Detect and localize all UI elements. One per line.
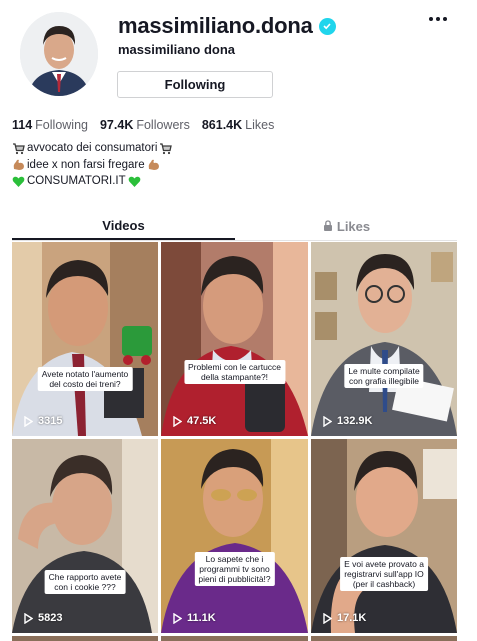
video-frame-image — [311, 439, 457, 633]
caption-line: della stampante?! — [200, 372, 269, 382]
view-count: 47.5K — [173, 415, 216, 427]
play-icon — [24, 612, 33, 624]
username: massimiliano.dona — [118, 13, 313, 38]
video-frame-image — [12, 439, 158, 633]
caption-line: con i cookie ??? — [54, 582, 116, 592]
bio-text-2: idee x non farsi fregare — [27, 158, 145, 171]
video-caption: Lo sapete che i programmi tv sono pieni … — [194, 552, 275, 586]
flexed-biceps-icon — [147, 158, 160, 171]
following-stat[interactable]: 114 Following — [12, 118, 88, 132]
followers-stat[interactable]: 97.4K Followers — [100, 118, 190, 132]
view-count: 5823 — [24, 612, 62, 624]
bio-line-3: CONSUMATORI.IT — [12, 173, 172, 190]
caption-line: Lo sapete che i — [205, 554, 264, 564]
followers-count: 97.4K — [99, 118, 134, 132]
view-count-text: 132.9K — [337, 415, 373, 427]
video-thumbnail-partial[interactable] — [12, 636, 158, 641]
likes-stat: 861.4K Likes — [202, 118, 275, 132]
green-heart-icon — [12, 175, 25, 188]
username-row: massimiliano.dona — [118, 13, 336, 39]
play-icon — [323, 612, 332, 624]
shopping-cart-icon — [159, 142, 173, 155]
lock-icon — [323, 219, 333, 234]
video-caption: Avete notato l'aumento del costo dei tre… — [37, 367, 133, 391]
avatar-image — [20, 12, 98, 96]
video-caption: E voi avete provato a registrarvi sull'a… — [340, 557, 428, 591]
likes-count: 861.4K — [201, 118, 243, 132]
view-count-text: 47.5K — [187, 415, 217, 427]
tab-videos-label: Videos — [102, 218, 145, 233]
caption-line: Che rapporto avete — [48, 572, 122, 582]
display-name: massimiliano dona — [118, 42, 236, 57]
next-row-thumbnails — [12, 636, 457, 641]
bio-text-3: CONSUMATORI.IT — [27, 175, 126, 187]
video-thumbnail-partial[interactable] — [311, 636, 457, 641]
video-caption: Problemi con le cartucce della stampante… — [183, 360, 286, 384]
video-thumbnail[interactable]: Avete notato l'aumento del costo dei tre… — [12, 242, 158, 436]
video-thumbnail-partial[interactable] — [161, 636, 308, 641]
likes-label: Likes — [245, 118, 275, 132]
green-heart-icon — [128, 175, 141, 188]
video-grid: Avete notato l'aumento del costo dei tre… — [12, 242, 457, 633]
bio-line-1: avvocato dei consumatori — [12, 140, 173, 157]
caption-line: Avete notato l'aumento — [41, 369, 129, 379]
tab-videos[interactable]: Videos — [12, 213, 235, 240]
view-count: 132.9K — [323, 415, 372, 427]
view-count-text: 3315 — [38, 415, 63, 427]
caption-line: pieni di pubblicità!? — [198, 574, 271, 584]
caption-line: programmi tv sono — [199, 564, 270, 574]
play-icon — [173, 612, 182, 624]
caption-line: del costo dei treni? — [49, 379, 121, 389]
tab-likes[interactable]: Likes — [235, 213, 458, 240]
shopping-cart-icon — [12, 142, 25, 155]
video-caption: Le multe compilate con grafia illegibile — [344, 364, 424, 388]
following-label: Following — [35, 118, 88, 132]
caption-line: registrarvi sull'app IO — [344, 569, 424, 579]
caption-line: con grafia illegibile — [349, 376, 419, 386]
video-thumbnail[interactable]: Che rapporto avete con i cookie ??? 5823 — [12, 439, 158, 633]
following-button[interactable]: Following — [117, 71, 273, 98]
caption-line: Problemi con le cartucce — [187, 362, 282, 372]
video-thumbnail[interactable]: E voi avete provato a registrarvi sull'a… — [311, 439, 457, 633]
video-thumbnail[interactable]: Problemi con le cartucce della stampante… — [161, 242, 308, 436]
followers-label: Followers — [136, 118, 190, 132]
caption-line: Le multe compilate — [348, 366, 420, 376]
caption-line: (per il cashback) — [352, 579, 416, 589]
bio-text-1: avvocato dei consumatori — [27, 142, 158, 154]
video-caption: Che rapporto avete con i cookie ??? — [44, 570, 126, 594]
more-options-icon[interactable] — [429, 14, 449, 24]
video-frame-image — [161, 242, 308, 436]
view-count-text: 11.1K — [187, 612, 216, 624]
play-icon — [173, 415, 182, 427]
video-frame-image — [311, 242, 457, 436]
profile-stats: 114 Following 97.4K Followers 861.4K Likes — [12, 118, 274, 132]
view-count: 11.1K — [173, 612, 216, 624]
bio-line-2: idee x non farsi fregare — [12, 157, 172, 174]
view-count: 17.1K — [323, 612, 366, 624]
video-thumbnail[interactable]: Lo sapete che i programmi tv sono pieni … — [161, 439, 308, 633]
view-count: 3315 — [24, 415, 62, 427]
flexed-biceps-icon — [12, 158, 25, 171]
following-count: 114 — [12, 118, 33, 132]
view-count-text: 5823 — [38, 612, 63, 624]
play-icon — [323, 415, 332, 427]
tab-divider — [12, 240, 457, 241]
view-count-text: 17.1K — [337, 612, 367, 624]
tab-likes-label: Likes — [336, 219, 371, 234]
video-thumbnail[interactable]: Le multe compilate con grafia illegibile… — [311, 242, 457, 436]
profile-avatar[interactable] — [20, 12, 98, 96]
profile-tabs: Videos Likes — [0, 213, 477, 240]
caption-line: E voi avete provato a — [344, 559, 424, 569]
verified-badge-icon — [318, 17, 336, 35]
video-frame-image — [12, 242, 158, 436]
profile-bio: avvocato dei consumatori idee x non fars… — [12, 140, 173, 190]
video-frame-image — [161, 439, 308, 633]
play-icon — [24, 415, 33, 427]
